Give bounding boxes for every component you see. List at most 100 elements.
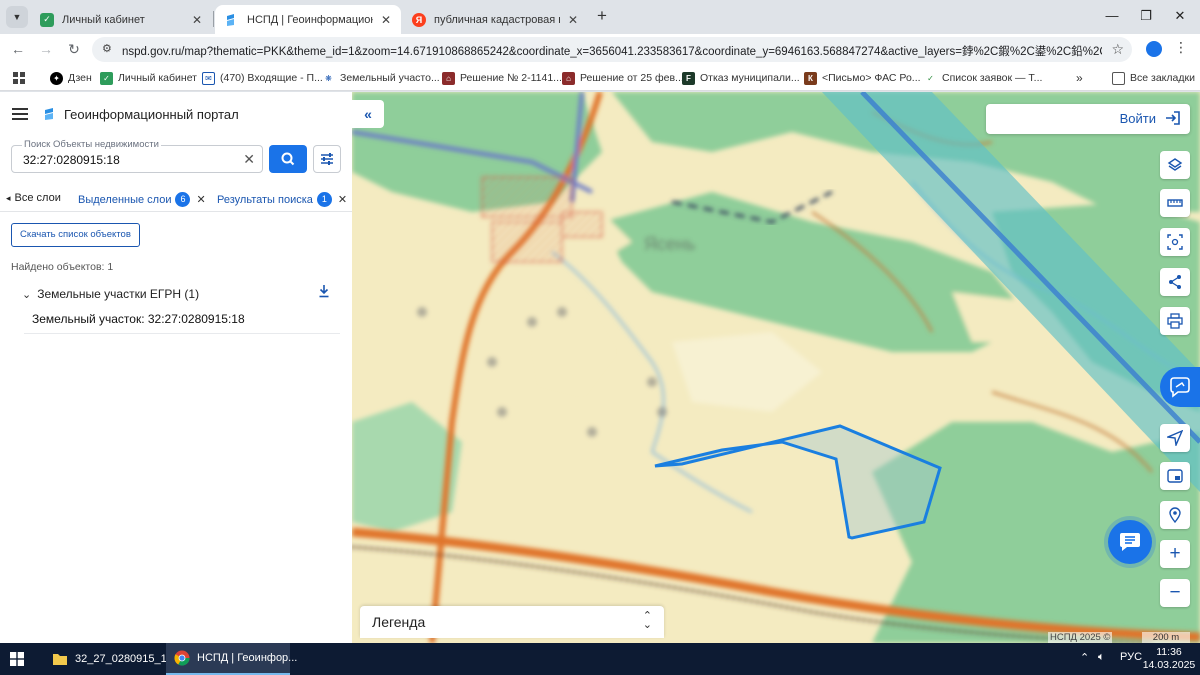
input-language[interactable]: РУС: [1120, 651, 1142, 663]
legend-title: Легенда: [372, 614, 426, 630]
bookmarks-bar: ✦ Дзен ✓ Личный кабинет ✉ (470) Входящие…: [0, 64, 1200, 91]
tab-nspd[interactable]: НСПД | Геоинформационный ✕: [215, 5, 401, 34]
share-button[interactable]: [1160, 268, 1190, 296]
bookmark-dzen[interactable]: ✦ Дзен: [50, 70, 92, 86]
new-tab-button[interactable]: +: [592, 6, 612, 26]
bookmark-land-plot[interactable]: ❋ Земельный участо...: [322, 70, 440, 86]
result-item[interactable]: Земельный участок: 32:27:0280915:18: [24, 306, 340, 334]
tab-all-layers[interactable]: ◂ Все слои: [6, 192, 61, 204]
assistant-tab[interactable]: [1160, 367, 1200, 407]
tab-selected-layers[interactable]: Выделенные слои 6 ✕: [78, 192, 206, 207]
address-bar[interactable]: ⚙ nspd.gov.ru/map?thematic=PKK&theme_id=…: [92, 37, 1132, 62]
chat-icon: [1170, 377, 1190, 398]
tray-chevron-up-icon[interactable]: ⌃: [1080, 651, 1089, 664]
court-icon: ⌂: [562, 71, 575, 85]
browser-toolbar: ← → ↻ ⚙ nspd.gov.ru/map?thematic=PKK&the…: [0, 34, 1200, 64]
chevron-down-icon[interactable]: ⌄: [22, 288, 31, 301]
yandex-icon: Я: [412, 12, 426, 27]
close-icon[interactable]: ✕: [192, 13, 202, 27]
windows-taskbar: 32_27_0280915_18 НСПД | Геоинфор... ⌃ 🔈︎…: [0, 643, 1200, 675]
login-label: Войти: [1119, 111, 1156, 126]
bookmark-decision-2[interactable]: ⌂ Решение от 25 фев...: [562, 70, 684, 86]
reload-button[interactable]: ↻: [64, 39, 84, 59]
close-icon[interactable]: ✕: [568, 13, 578, 27]
minimap-icon: [1167, 469, 1183, 483]
chat-fab-button[interactable]: [1108, 520, 1152, 564]
select-area-icon: [1167, 234, 1183, 250]
login-button[interactable]: Войти: [986, 104, 1190, 134]
url-text[interactable]: nspd.gov.ru/map?thematic=PKK&theme_id=1&…: [122, 43, 1102, 59]
clock-time: 11:36: [1156, 646, 1182, 658]
tab-personal-account[interactable]: ✓ Личный кабинет ✕: [30, 5, 212, 34]
chevron-left-icon: ◂: [6, 192, 11, 203]
close-icon[interactable]: ✕: [381, 13, 391, 27]
bookmark-inbox[interactable]: ✉ (470) Входящие - П...: [202, 70, 323, 86]
close-icon[interactable]: ✕: [196, 193, 205, 206]
search-button[interactable]: [269, 145, 307, 173]
rosreestr-icon: ❋: [322, 71, 335, 85]
search-panel: Геоинформационный портал 32:27:0280915:1…: [0, 92, 352, 643]
print-button[interactable]: [1160, 307, 1190, 335]
taskbar-item-chrome[interactable]: НСПД | Геоинфор...: [166, 643, 297, 675]
share-icon: [1169, 275, 1181, 289]
locate-button[interactable]: [1160, 424, 1190, 452]
bookmark-personal-account[interactable]: ✓ Личный кабинет: [100, 70, 197, 86]
select-area-button[interactable]: [1160, 228, 1190, 256]
download-icon[interactable]: [318, 284, 330, 298]
found-count: Найдено объектов: 1: [11, 261, 114, 273]
ruler-button[interactable]: [1160, 189, 1190, 217]
browser-tab-strip: ▼ ✓ Личный кабинет ✕ НСПД | Геоинформаци…: [0, 0, 1200, 34]
tab-search-button[interactable]: ▼: [6, 6, 28, 28]
document-f-icon: F: [682, 71, 695, 85]
bookmarks-overflow-icon[interactable]: »: [1076, 70, 1083, 86]
map-pin-search-button[interactable]: [1160, 501, 1190, 529]
apps-grid-icon[interactable]: [12, 70, 26, 86]
login-icon: [1166, 111, 1180, 125]
bookmark-refusal[interactable]: F Отказ муниципали...: [682, 70, 800, 86]
bookmark-decision-1[interactable]: ⌂ Решение № 2-1141...: [442, 70, 562, 86]
gosuslugi-icon: ✓: [100, 71, 113, 85]
folder-icon: [1112, 71, 1125, 85]
filter-button[interactable]: [313, 145, 341, 173]
collapse-panel-button[interactable]: «: [352, 100, 384, 128]
tab-search-results[interactable]: Результаты поиска 1 ✕: [217, 192, 347, 207]
windows-start-icon[interactable]: [10, 652, 24, 666]
bookmark-star-icon[interactable]: ☆: [1111, 41, 1124, 58]
clock-date: 14.03.2025: [1142, 659, 1196, 671]
nspd-logo-icon: [45, 108, 53, 120]
close-icon[interactable]: ✕: [338, 193, 347, 206]
sliders-icon: [321, 153, 333, 165]
folder-icon: [53, 654, 67, 665]
clear-icon[interactable]: ✕: [243, 151, 255, 168]
tab-cadastral-map[interactable]: Я публичная кадастровая карта ✕: [402, 5, 588, 34]
site-settings-icon[interactable]: ⚙: [102, 42, 112, 55]
print-icon: [1167, 313, 1183, 329]
bookmark-fas-letter[interactable]: К <Письмо> ФАС Ро...: [804, 70, 921, 86]
consultant-icon: К: [804, 71, 817, 85]
map-canvas[interactable]: Ясень: [352, 92, 1200, 643]
zoom-in-button[interactable]: +: [1160, 540, 1190, 568]
result-group-header[interactable]: ⌄ Земельные участки ЕГРН (1): [22, 285, 342, 303]
profile-avatar[interactable]: [1146, 41, 1162, 57]
portal-title: Геоинформационный портал: [64, 107, 239, 122]
close-window-button[interactable]: ✕: [1160, 0, 1200, 32]
checkmark-icon: ✓: [924, 71, 937, 85]
zoom-out-button[interactable]: −: [1160, 579, 1190, 607]
minimap-button[interactable]: [1160, 462, 1190, 490]
legend-panel[interactable]: Легенда ⌃ ⌄: [360, 606, 664, 638]
forward-button[interactable]: →: [36, 39, 56, 59]
search-value[interactable]: 32:27:0280915:18: [23, 153, 120, 167]
back-button[interactable]: ←: [8, 39, 28, 59]
all-bookmarks[interactable]: Все закладки: [1112, 70, 1195, 86]
expand-chevron-icon[interactable]: ⌃ ⌄: [643, 611, 652, 631]
bookmark-requests[interactable]: ✓ Список заявок — Т...: [924, 70, 1042, 86]
browser-menu-icon[interactable]: ⋮: [1174, 39, 1188, 56]
download-list-button[interactable]: Скачать список объектов: [11, 223, 140, 247]
taskbar-item-folder[interactable]: 32_27_0280915_18: [44, 643, 173, 675]
system-clock[interactable]: 11:36 14.03.2025: [1142, 646, 1196, 672]
layers-button[interactable]: [1160, 151, 1190, 179]
scale-bar: 200 m: [1142, 632, 1190, 643]
map-view[interactable]: Ясень « Войти + − Легенда ⌃ ⌄ НСПД 2025 …: [352, 92, 1200, 643]
menu-icon[interactable]: [12, 108, 28, 120]
volume-icon[interactable]: 🔈︎: [1098, 651, 1105, 664]
